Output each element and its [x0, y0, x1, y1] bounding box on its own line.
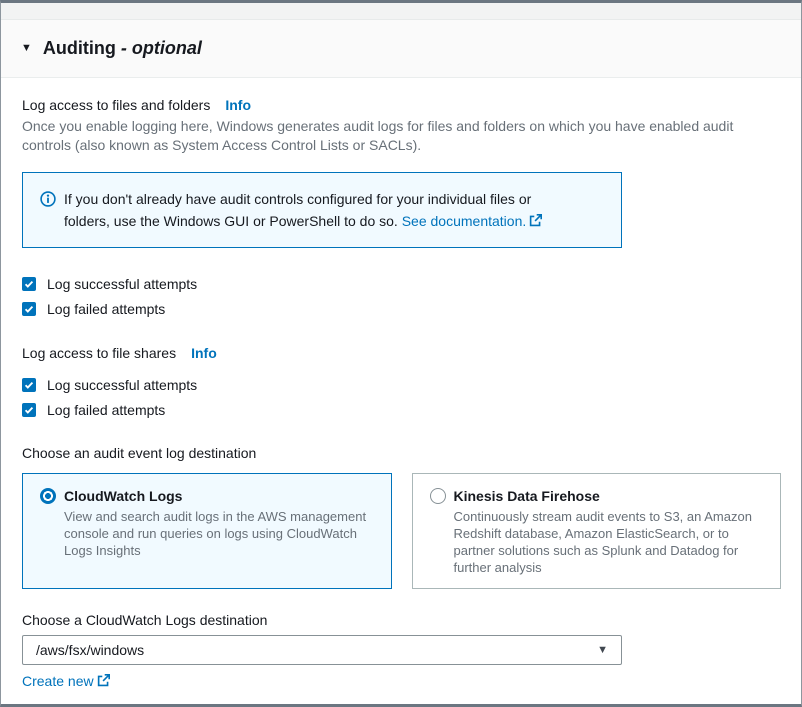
checkbox-row: Log successful attempts: [22, 375, 781, 395]
cloudwatch-logs-tile[interactable]: CloudWatch Logs View and search audit lo…: [22, 473, 392, 589]
cloudwatch-destination-label: Choose a CloudWatch Logs destination: [22, 611, 781, 629]
checkbox-label: Log successful attempts: [47, 377, 197, 393]
checkbox-row: Log successful attempts: [22, 274, 781, 294]
file-shares-label: Log access to file shares: [22, 344, 176, 362]
tile-title: Kinesis Data Firehose: [454, 487, 769, 505]
info-box-text: If you don't already have audit controls…: [64, 188, 574, 233]
checkmark-icon: [23, 379, 35, 391]
external-link-icon: [97, 674, 110, 690]
checkbox-label: Log failed attempts: [47, 402, 165, 418]
tile-content: Kinesis Data Firehose Continuously strea…: [454, 487, 769, 576]
kinesis-data-firehose-radio[interactable]: [430, 488, 446, 504]
files-folders-label-row: Log access to files and folders Info: [22, 96, 781, 114]
tile-description: View and search audit logs in the AWS ma…: [64, 508, 379, 559]
file-shares-info-link[interactable]: Info: [191, 345, 217, 361]
file-shares-checkbox-group: Log successful attempts Log failed attem…: [22, 375, 781, 420]
auditing-section-card: ▼ Auditing - optional Log access to file…: [0, 0, 802, 707]
shares-log-failed-attempts-checkbox[interactable]: [22, 403, 36, 417]
checkbox-row: Log failed attempts: [22, 299, 781, 319]
shares-log-successful-attempts-checkbox[interactable]: [22, 378, 36, 392]
section-title-suffix: - optional: [121, 38, 202, 58]
info-circle-icon: [40, 191, 56, 233]
files-folders-description: Once you enable logging here, Windows ge…: [22, 117, 781, 155]
tile-description: Continuously stream audit events to S3, …: [454, 508, 769, 576]
external-link-icon: [529, 211, 542, 233]
log-failed-attempts-checkbox[interactable]: [22, 302, 36, 316]
caret-down-icon: ▼: [597, 644, 608, 656]
checkmark-icon: [23, 404, 35, 416]
select-value: /aws/fsx/windows: [36, 642, 144, 658]
create-new-link[interactable]: Create new: [22, 673, 94, 689]
cloudwatch-logs-radio[interactable]: [40, 488, 56, 504]
section-content: Log access to files and folders Info Onc…: [1, 78, 801, 707]
tile-content: CloudWatch Logs View and search audit lo…: [64, 487, 379, 576]
see-documentation-link[interactable]: See documentation.: [402, 213, 527, 229]
log-successful-attempts-checkbox[interactable]: [22, 277, 36, 291]
cloudwatch-destination-select[interactable]: /aws/fsx/windows ▼: [22, 635, 622, 665]
destination-tiles: CloudWatch Logs View and search audit lo…: [22, 473, 781, 589]
audit-destination-label: Choose an audit event log destination: [22, 444, 781, 462]
audit-controls-info-box: If you don't already have audit controls…: [22, 172, 622, 248]
section-top-strip: [1, 3, 801, 20]
collapse-triangle-icon[interactable]: ▼: [21, 43, 32, 54]
files-folders-label: Log access to files and folders: [22, 96, 210, 114]
auditing-section-header[interactable]: ▼ Auditing - optional: [1, 20, 801, 78]
create-new-row: Create new: [22, 673, 781, 690]
checkbox-row: Log failed attempts: [22, 400, 781, 420]
checkmark-icon: [23, 303, 35, 315]
kinesis-data-firehose-tile[interactable]: Kinesis Data Firehose Continuously strea…: [412, 473, 782, 589]
tile-title: CloudWatch Logs: [64, 487, 379, 505]
checkbox-label: Log successful attempts: [47, 276, 197, 292]
checkmark-icon: [23, 278, 35, 290]
files-folders-checkbox-group: Log successful attempts Log failed attem…: [22, 274, 781, 319]
files-folders-info-link[interactable]: Info: [225, 97, 251, 113]
file-shares-label-row: Log access to file shares Info: [22, 344, 781, 362]
checkbox-label: Log failed attempts: [47, 301, 165, 317]
section-title: Auditing - optional: [43, 38, 202, 59]
section-title-main: Auditing: [43, 38, 121, 58]
